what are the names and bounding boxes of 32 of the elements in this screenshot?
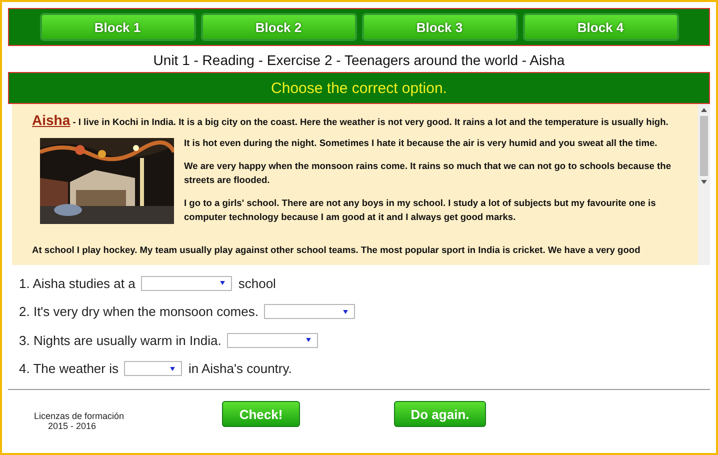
caret-icon xyxy=(170,366,176,371)
question-text: 4. The weather is xyxy=(19,361,118,376)
question-text: 2. It's very dry when the monsoon comes. xyxy=(19,304,258,320)
block-tab[interactable]: Block 4 xyxy=(522,13,678,41)
instruction-banner: Choose the correct option. xyxy=(8,72,710,104)
caret-icon xyxy=(306,338,312,342)
block-tab[interactable]: Block 3 xyxy=(362,13,518,41)
reading-text: We are very happy when the monsoon rains come. It rains so much that we can not go to schools because the streets are flooded. xyxy=(184,160,672,187)
question-text: in Aisha's country. xyxy=(188,361,292,376)
question-text: 3. Nights are usually warm in India. xyxy=(19,332,222,348)
answer-dropdown[interactable] xyxy=(227,332,318,348)
answer-dropdown[interactable] xyxy=(124,361,182,376)
block-tab[interactable]: Block 1 xyxy=(40,13,196,41)
action-button[interactable]: Do again. xyxy=(394,401,486,427)
scroll-down-icon[interactable] xyxy=(700,179,708,185)
scroll-up-icon[interactable] xyxy=(700,107,708,113)
answer-dropdown[interactable] xyxy=(264,304,356,320)
credit-text: 2015 - 2016 xyxy=(47,421,98,431)
action-button[interactable]: Check! xyxy=(222,401,300,427)
reading-text: At school I play hockey. My team usually play against other school teams. The most popular sport in India is cricket. We have a very good xyxy=(32,244,642,257)
caret-icon xyxy=(220,281,226,286)
question-text: school xyxy=(238,276,276,291)
credit-text: Licenzas de formación xyxy=(34,411,126,421)
scrollbar[interactable] xyxy=(698,104,710,265)
reading-text: It is hot even during the night. Sometimes I hate it because the air is very humid and you sweat all the time. xyxy=(184,137,658,150)
exercise-title: Unit 1 - Reading - Exercise 2 - Teenagers around the world - Aisha xyxy=(152,52,566,68)
question-text: 1. Aisha studies at a xyxy=(19,276,136,291)
reading-text: Aisha - I live in Kochi in India. It is a big city on the coast. Here the weather is not very good. It rains a lot and the temperature is usually high. xyxy=(32,112,670,128)
answer-dropdown[interactable] xyxy=(141,276,232,291)
block-tab[interactable]: Block 2 xyxy=(200,13,356,41)
caret-icon xyxy=(343,310,348,314)
reading-text: I go to a girls' school. There are not any boys in my school. I study a lot of subjects but my favourite one is computer technology because I am good at it and I always get good marks. xyxy=(184,197,657,224)
